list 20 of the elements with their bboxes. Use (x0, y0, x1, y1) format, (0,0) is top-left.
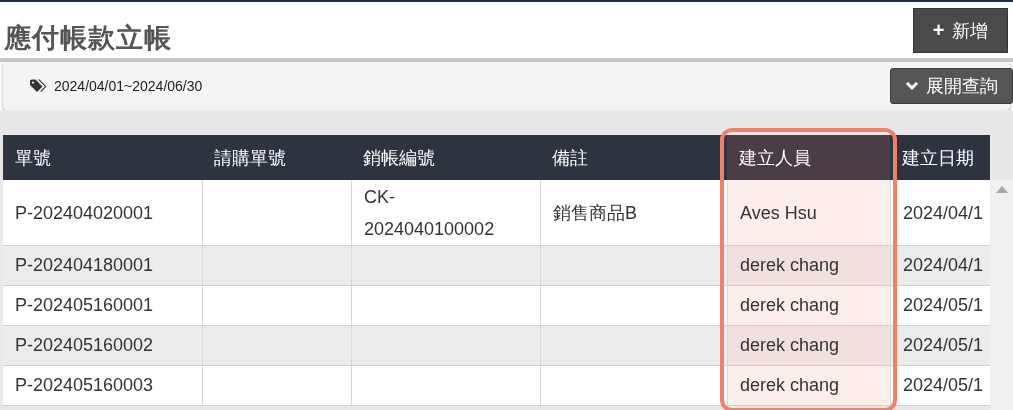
chevron-down-icon (905, 81, 919, 91)
column-header[interactable]: 建立日期 (890, 135, 990, 180)
scrollbar[interactable] (990, 180, 1013, 410)
scroll-up-icon[interactable] (995, 186, 1008, 193)
table-cell: Aves Hsu (727, 180, 890, 246)
column-header[interactable]: 建立人員 (727, 135, 890, 180)
page-title: 應付帳款立帳 (4, 22, 172, 55)
column-header[interactable]: 請購單號 (202, 135, 351, 180)
column-header[interactable]: 備註 (540, 135, 727, 180)
table-cell: derek chang (727, 286, 890, 326)
table-cell: derek chang (727, 246, 890, 286)
table-cell: P-202405160003 (3, 366, 202, 406)
expand-search-button[interactable]: 展開查詢 (890, 68, 1013, 104)
table-cell: derek chang (727, 366, 890, 406)
add-button[interactable]: + 新增 (913, 8, 1008, 53)
table-cell: derek chang (727, 326, 890, 366)
tags-icon (30, 79, 48, 93)
date-range-tag: 2024/04/01~2024/06/30 (54, 78, 203, 94)
column-header[interactable]: 單號 (3, 135, 202, 180)
column-header[interactable]: 銷帳編號 (351, 135, 540, 180)
